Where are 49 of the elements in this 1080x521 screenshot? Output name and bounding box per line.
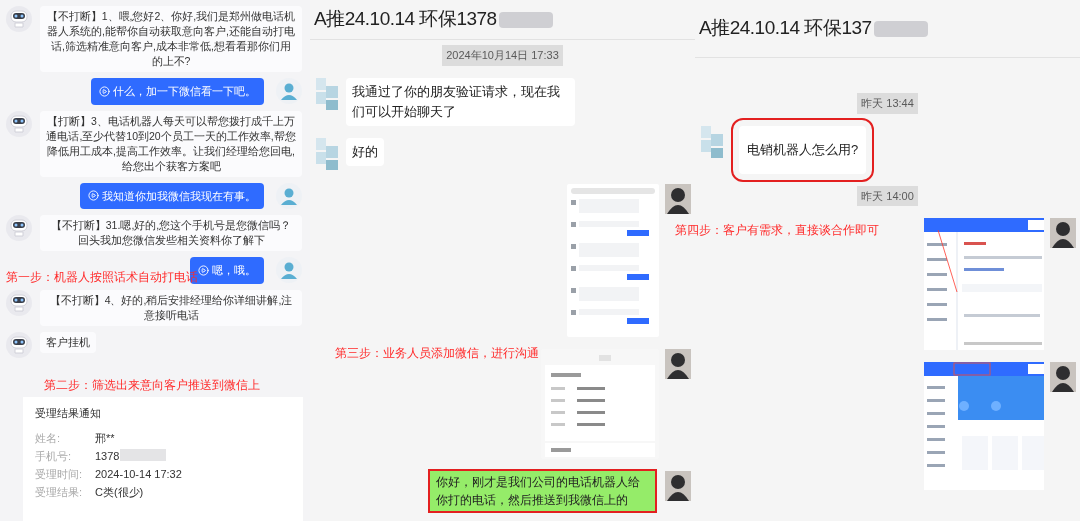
step-caption: 第四步：客户有需求，直接谈合作即可 (675, 222, 879, 239)
message-text: 我知道你加我微信我现在有事。 (102, 188, 256, 204)
card-title: 受理结果通知 (35, 406, 102, 421)
timestamp: 昨天 13:44 (857, 93, 918, 114)
blurred-avatar (699, 125, 725, 160)
robot-icon (6, 331, 32, 358)
bot-message: 【不打断】4、好的,稍后安排经理给你详细讲解,注意接听电话 (40, 289, 302, 326)
timestamp: 昨天 14:00 (857, 185, 918, 206)
play-icon (88, 190, 99, 202)
field-label: 姓名: (35, 430, 62, 446)
robot-icon (6, 6, 32, 32)
field-value: C类(很少) (95, 484, 144, 500)
message-text: 什么，加一下微信看一下吧。 (113, 84, 256, 99)
field-value: 2024-10-14 17:32 (95, 466, 182, 482)
person-avatar (665, 183, 691, 214)
blurred-avatar (314, 137, 340, 172)
person-avatar (665, 470, 691, 501)
message-bubble: 好的 (346, 137, 384, 166)
bot-message: 【打断】3、电话机器人每天可以帮您拨打成千上万通电话,至少代替10到20个员工一天的工作效率,帮您降低用工成本,提高工作效率。让我们经理给您回电,给您出个获客方案吧 (40, 110, 302, 177)
user-avatar-icon (276, 78, 302, 105)
play-icon (198, 264, 209, 276)
robot-icon (6, 110, 32, 137)
field-label: 受理时间: (35, 466, 84, 482)
robot-icon (6, 289, 32, 316)
blurred-number (873, 20, 928, 37)
play-icon (99, 85, 110, 97)
timestamp: 2024年10月14日 17:33 (442, 45, 563, 66)
field-value: 1378 (95, 448, 120, 464)
step-caption: 第二步：筛选出来意向客户推送到微信上 (44, 377, 260, 394)
blurred-number (498, 11, 553, 28)
step-caption: 第三步：业务人员添加微信，进行沟通 (335, 345, 539, 362)
person-avatar (665, 348, 691, 379)
chat-title: A推24.10.14 环保137 (699, 16, 872, 41)
message-text: 嗯，哦。 (212, 263, 256, 278)
bot-message: 【不打断】1、喂,您好2、你好,我们是郑州做电话机器人系统的,能帮你自动获取意向客户,还能自动打电话,筛选精准意向客户,成本非常低,想看看那你们用的上不? (40, 6, 302, 72)
user-avatar-icon (276, 257, 302, 284)
field-value: 邢** (95, 430, 115, 446)
person-avatar (1050, 218, 1076, 248)
field-label: 手机号: (35, 448, 73, 464)
message-bubble: 你好，刚才是我们公司的电话机器人给你打的电话，然后推送到我微信上的 (430, 470, 655, 511)
person-avatar (1050, 362, 1076, 392)
user-avatar-icon (276, 182, 302, 209)
chat-title: A推24.10.14 环保1378 (314, 7, 497, 32)
robot-icon (6, 215, 32, 241)
message-bubble: 我通过了你的朋友验证请求，现在我们可以开始聊天了 (346, 77, 575, 126)
bot-message: 客户挂机 (40, 331, 96, 353)
bot-message: 【不打断】31.嗯,好的,您这个手机号是您微信吗？回头我加您微信发些相关资料你了解下 (40, 215, 302, 251)
field-label: 受理结果: (35, 484, 84, 500)
blurred-avatar (314, 77, 340, 112)
